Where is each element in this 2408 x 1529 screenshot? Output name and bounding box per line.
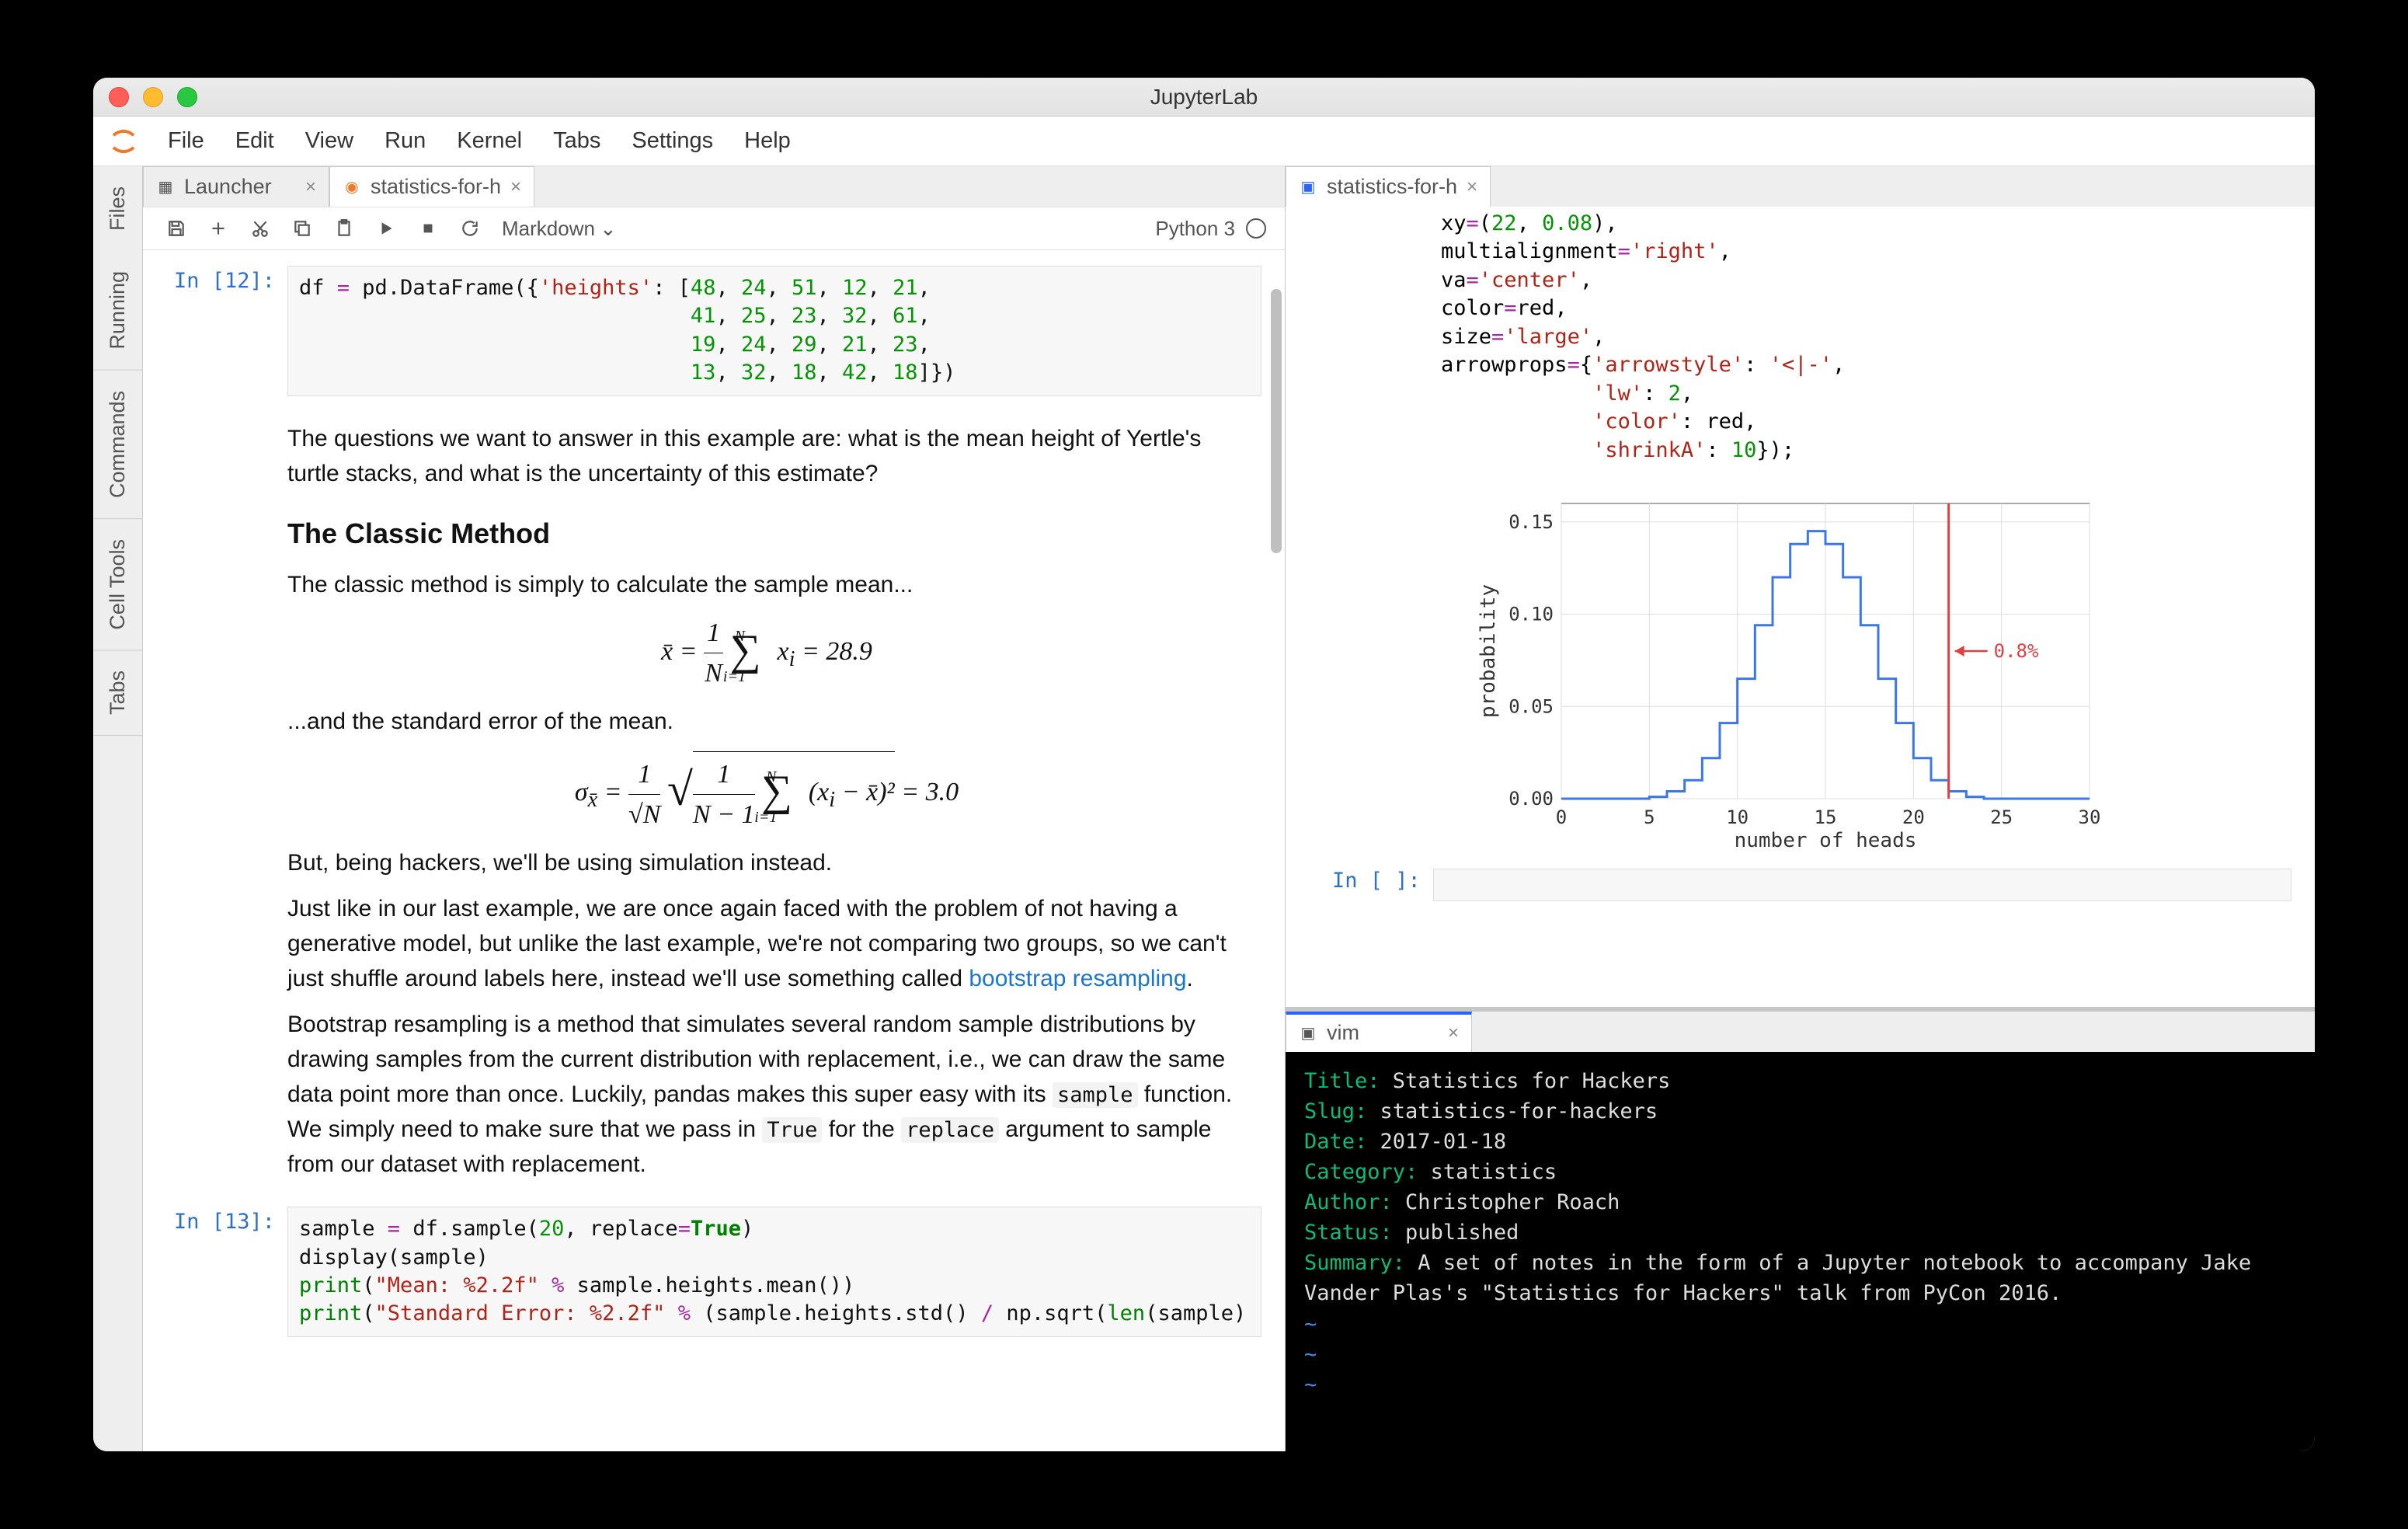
notebook-pane: ▦ Launcher × ◉ statistics-for-h × [143, 166, 1285, 1451]
sidebar-celltools[interactable]: Cell Tools [93, 519, 142, 651]
code-cell-12[interactable]: In [12]: df = pd.DataFrame({'heights': [… [158, 266, 1261, 396]
paragraph-bootstrap-desc: Bootstrap resampling is a method that si… [287, 1007, 1246, 1182]
menu-file[interactable]: File [152, 128, 220, 154]
svg-text:0.10: 0.10 [1508, 603, 1554, 625]
terminal-pane: ▣ vim × Title: Statistics for Hackers Sl… [1285, 1007, 2315, 1452]
add-cell-button[interactable] [197, 213, 239, 244]
launcher-icon: ▦ [156, 178, 175, 197]
app-window: JupyterLab File Edit View Run Kernel Tab… [93, 78, 2315, 1451]
svg-text:5: 5 [1644, 806, 1655, 828]
svg-text:number of heads: number of heads [1735, 829, 1917, 852]
window-title: JupyterLab [1150, 85, 1258, 110]
equation-1: x̄ = 1N ∑Ni=1 xi = 28.9 [287, 613, 1246, 694]
copy-button[interactable] [281, 213, 323, 244]
svg-text:15: 15 [1815, 806, 1837, 828]
save-button[interactable] [155, 213, 197, 244]
stop-button[interactable] [407, 213, 449, 244]
menu-settings[interactable]: Settings [616, 128, 729, 154]
paste-button[interactable] [323, 213, 365, 244]
chart-svg: 0.00 0.05 0.10 0.15 0 5 10 15 20 25 30 0.8% number o… [1289, 488, 2299, 853]
terminal-icon: ▣ [1299, 1024, 1317, 1043]
console-pane: ▣ statistics-for-h × xy=(22, 0.08), mult… [1285, 166, 2315, 1007]
sidebar-files[interactable]: Files [93, 166, 142, 251]
cell-prompt: In [ ]: [1332, 869, 1421, 893]
close-icon[interactable]: × [305, 176, 316, 198]
sidebar-tabs[interactable]: Tabs [93, 650, 142, 736]
cell-prompt: In [12]: [158, 266, 275, 396]
chevron-down-icon: ⌄ [600, 217, 617, 241]
cell-prompt: In [13]: [158, 1207, 275, 1337]
section-heading: The Classic Method [287, 513, 1246, 555]
celltype-dropdown[interactable]: Markdown ⌄ [502, 217, 617, 241]
plot-output: 0.00 0.05 0.10 0.15 0 5 10 15 20 25 30 0.8% number o… [1289, 488, 2299, 853]
code-input[interactable]: sample = df.sample(20, replace=True) dis… [287, 1207, 1261, 1337]
menu-edit[interactable]: Edit [220, 128, 290, 154]
tab-label: statistics-for-h [1327, 175, 1457, 199]
markdown-output: The questions we want to answer in this … [287, 404, 1261, 1199]
svg-text:30: 30 [2079, 806, 2101, 828]
traffic-lights [109, 87, 197, 107]
menu-kernel[interactable]: Kernel [441, 128, 538, 154]
celltype-label: Markdown [502, 217, 595, 241]
console-tabbar: ▣ statistics-for-h × [1286, 166, 2315, 207]
code-fragment: xy=(22, 0.08), multialignment='right', v… [1286, 207, 2315, 465]
traffic-zoom[interactable] [177, 87, 197, 107]
code-input[interactable]: df = pd.DataFrame({'heights': [48, 24, 5… [287, 266, 1261, 396]
sidebar-running[interactable]: Running [93, 251, 142, 371]
menu-view[interactable]: View [290, 128, 369, 154]
terminal-output[interactable]: Title: Statistics for Hackers Slug: stat… [1286, 1052, 2315, 1452]
svg-text:20: 20 [1902, 806, 1925, 828]
menu-run[interactable]: Run [369, 128, 441, 154]
notebook-tabbar: ▦ Launcher × ◉ statistics-for-h × [143, 166, 1285, 207]
terminal-tabbar: ▣ vim × [1286, 1012, 2315, 1052]
console-input[interactable] [1433, 869, 2291, 901]
tab-notebook[interactable]: ◉ statistics-for-h × [329, 166, 534, 207]
svg-text:0.05: 0.05 [1508, 695, 1554, 717]
menubar: File Edit View Run Kernel Tabs Settings … [93, 117, 2315, 166]
equation-2: σx̄ = 1√N √ 1N − 1 ∑Ni=1 (xi − x̄)² = 3.… [287, 750, 1246, 834]
tab-launcher[interactable]: ▦ Launcher × [143, 166, 329, 207]
svg-text:0: 0 [1556, 806, 1567, 828]
tab-label: Launcher [184, 175, 272, 199]
tab-label: statistics-for-h [371, 175, 501, 199]
restart-button[interactable] [449, 213, 491, 244]
close-icon[interactable]: × [510, 176, 521, 198]
tab-terminal[interactable]: ▣ vim × [1286, 1012, 1472, 1052]
console-icon: ▣ [1299, 178, 1317, 197]
code-cell-13[interactable]: In [13]: sample = df.sample(20, replace=… [158, 1207, 1261, 1337]
svg-text:0.00: 0.00 [1508, 788, 1554, 810]
traffic-close[interactable] [109, 87, 129, 107]
svg-text:0.15: 0.15 [1508, 511, 1554, 533]
kernel-name[interactable]: Python 3 [1155, 217, 1235, 241]
sidebar-commands[interactable]: Commands [93, 371, 142, 519]
cut-button[interactable] [239, 213, 281, 244]
svg-text:probability: probability [1477, 584, 1500, 718]
scrollbar[interactable] [1271, 289, 1282, 553]
notebook-content[interactable]: In [12]: df = pd.DataFrame({'heights': [… [143, 250, 1285, 1451]
menu-help[interactable]: Help [729, 128, 806, 154]
jupyter-logo[interactable] [107, 125, 140, 158]
svg-text:0.8%: 0.8% [1994, 640, 2039, 662]
console-output: xy=(22, 0.08), multialignment='right', v… [1286, 207, 2315, 1007]
run-button[interactable] [365, 213, 407, 244]
kernel-status-icon[interactable] [1246, 218, 1266, 239]
notebook-icon: ◉ [343, 178, 361, 197]
tab-label: vim [1327, 1021, 1359, 1045]
left-sidebar: Files Running Commands Cell Tools Tabs [93, 166, 143, 1451]
menu-tabs[interactable]: Tabs [538, 128, 616, 154]
close-icon[interactable]: × [1467, 176, 1477, 198]
traffic-minimize[interactable] [143, 87, 163, 107]
bootstrap-link[interactable]: bootstrap resampling [969, 966, 1186, 991]
close-icon[interactable]: × [1448, 1022, 1459, 1044]
notebook-toolbar: Markdown ⌄ Python 3 [143, 207, 1285, 250]
svg-text:10: 10 [1726, 806, 1749, 828]
svg-text:25: 25 [1990, 806, 2013, 828]
console-input-cell[interactable]: In [ ]: [1286, 869, 2315, 917]
tab-console[interactable]: ▣ statistics-for-h × [1286, 166, 1491, 207]
titlebar: JupyterLab [93, 78, 2315, 117]
paragraph-bootstrap-link: Just like in our last example, we are on… [287, 891, 1246, 996]
